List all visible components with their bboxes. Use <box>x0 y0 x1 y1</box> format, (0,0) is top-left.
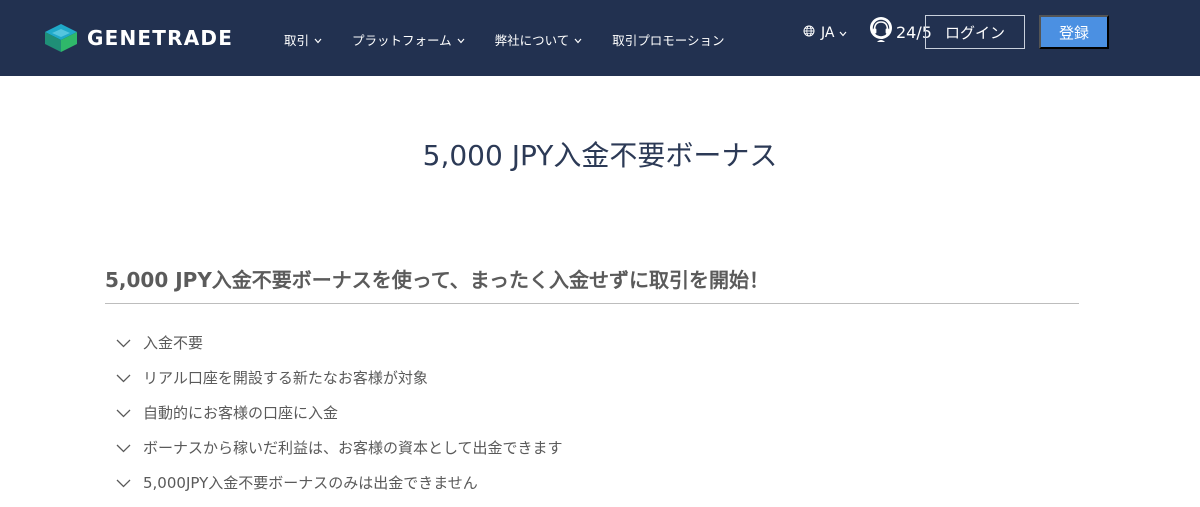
nav-item-label: 取引 <box>284 32 310 48</box>
nav-item-promotions[interactable]: 取引プロモーション <box>612 30 724 49</box>
header-tools: JA 24/5 ログイン 登録 <box>780 0 1200 76</box>
nav-item-trading[interactable]: 取引 <box>284 30 322 49</box>
list-item: 入金不要 <box>116 325 563 360</box>
logo-icon <box>44 23 78 53</box>
nav-item-label: 取引プロモーション <box>612 32 725 48</box>
list-item: リアル口座を開設する新たなお客様が対象 <box>116 360 563 395</box>
list-item: 自動的にお客様の口座に入金 <box>116 395 563 430</box>
benefit-text: 5,000JPY入金不要ボーナスのみは出金できません <box>143 474 478 492</box>
globe-icon <box>803 25 815 41</box>
benefit-list: 入金不要 リアル口座を開設する新たなお客様が対象 自動的にお客様の口座に入金 ボ… <box>116 325 563 500</box>
support-link[interactable]: 24/5 <box>868 17 932 47</box>
check-chevron-icon <box>116 404 131 422</box>
chevron-down-icon <box>839 25 847 41</box>
check-chevron-icon <box>116 369 131 387</box>
nav-item-about[interactable]: 弊社について <box>495 30 583 49</box>
language-label: JA <box>821 25 835 41</box>
nav-item-label: プラットフォーム <box>352 32 452 48</box>
page-title: 5,000 JPY入金不要ボーナス <box>422 139 778 172</box>
language-selector[interactable]: JA <box>803 25 847 41</box>
chevron-down-icon <box>574 32 582 47</box>
section-heading: 5,000 JPY入金不要ボーナスを使って、まったく入金せずに取引を開始！ <box>105 264 1079 304</box>
check-chevron-icon <box>116 334 131 352</box>
nav-item-platform[interactable]: プラットフォーム <box>352 30 465 49</box>
check-chevron-icon <box>116 474 131 492</box>
benefit-text: ボーナスから稼いだ利益は、お客様の資本として出金できます <box>143 439 563 457</box>
chevron-down-icon <box>314 32 322 47</box>
chevron-down-icon <box>457 32 465 47</box>
check-chevron-icon <box>116 439 131 457</box>
nav-item-label: 弊社について <box>494 32 570 48</box>
main-nav: 取引 プラットフォーム 弊社について 取引プロモーション <box>284 29 725 49</box>
list-item: ボーナスから稼いだ利益は、お客様の資本として出金できます <box>116 430 563 465</box>
brand-name: GENETRADE <box>87 26 234 50</box>
benefit-text: 入金不要 <box>143 334 204 352</box>
top-navbar: GENETRADE 取引 プラットフォーム 弊社について 取引プロモーション J… <box>0 0 1200 76</box>
register-button[interactable]: 登録 <box>1039 15 1109 49</box>
headset-icon <box>868 15 894 49</box>
list-item: 5,000JPY入金不要ボーナスのみは出金できません <box>116 465 563 500</box>
login-button[interactable]: ログイン <box>925 15 1025 49</box>
benefit-text: 自動的にお客様の口座に入金 <box>143 404 339 422</box>
benefit-text: リアル口座を開設する新たなお客様が対象 <box>143 369 428 387</box>
brand-logo[interactable]: GENETRADE <box>44 21 233 55</box>
